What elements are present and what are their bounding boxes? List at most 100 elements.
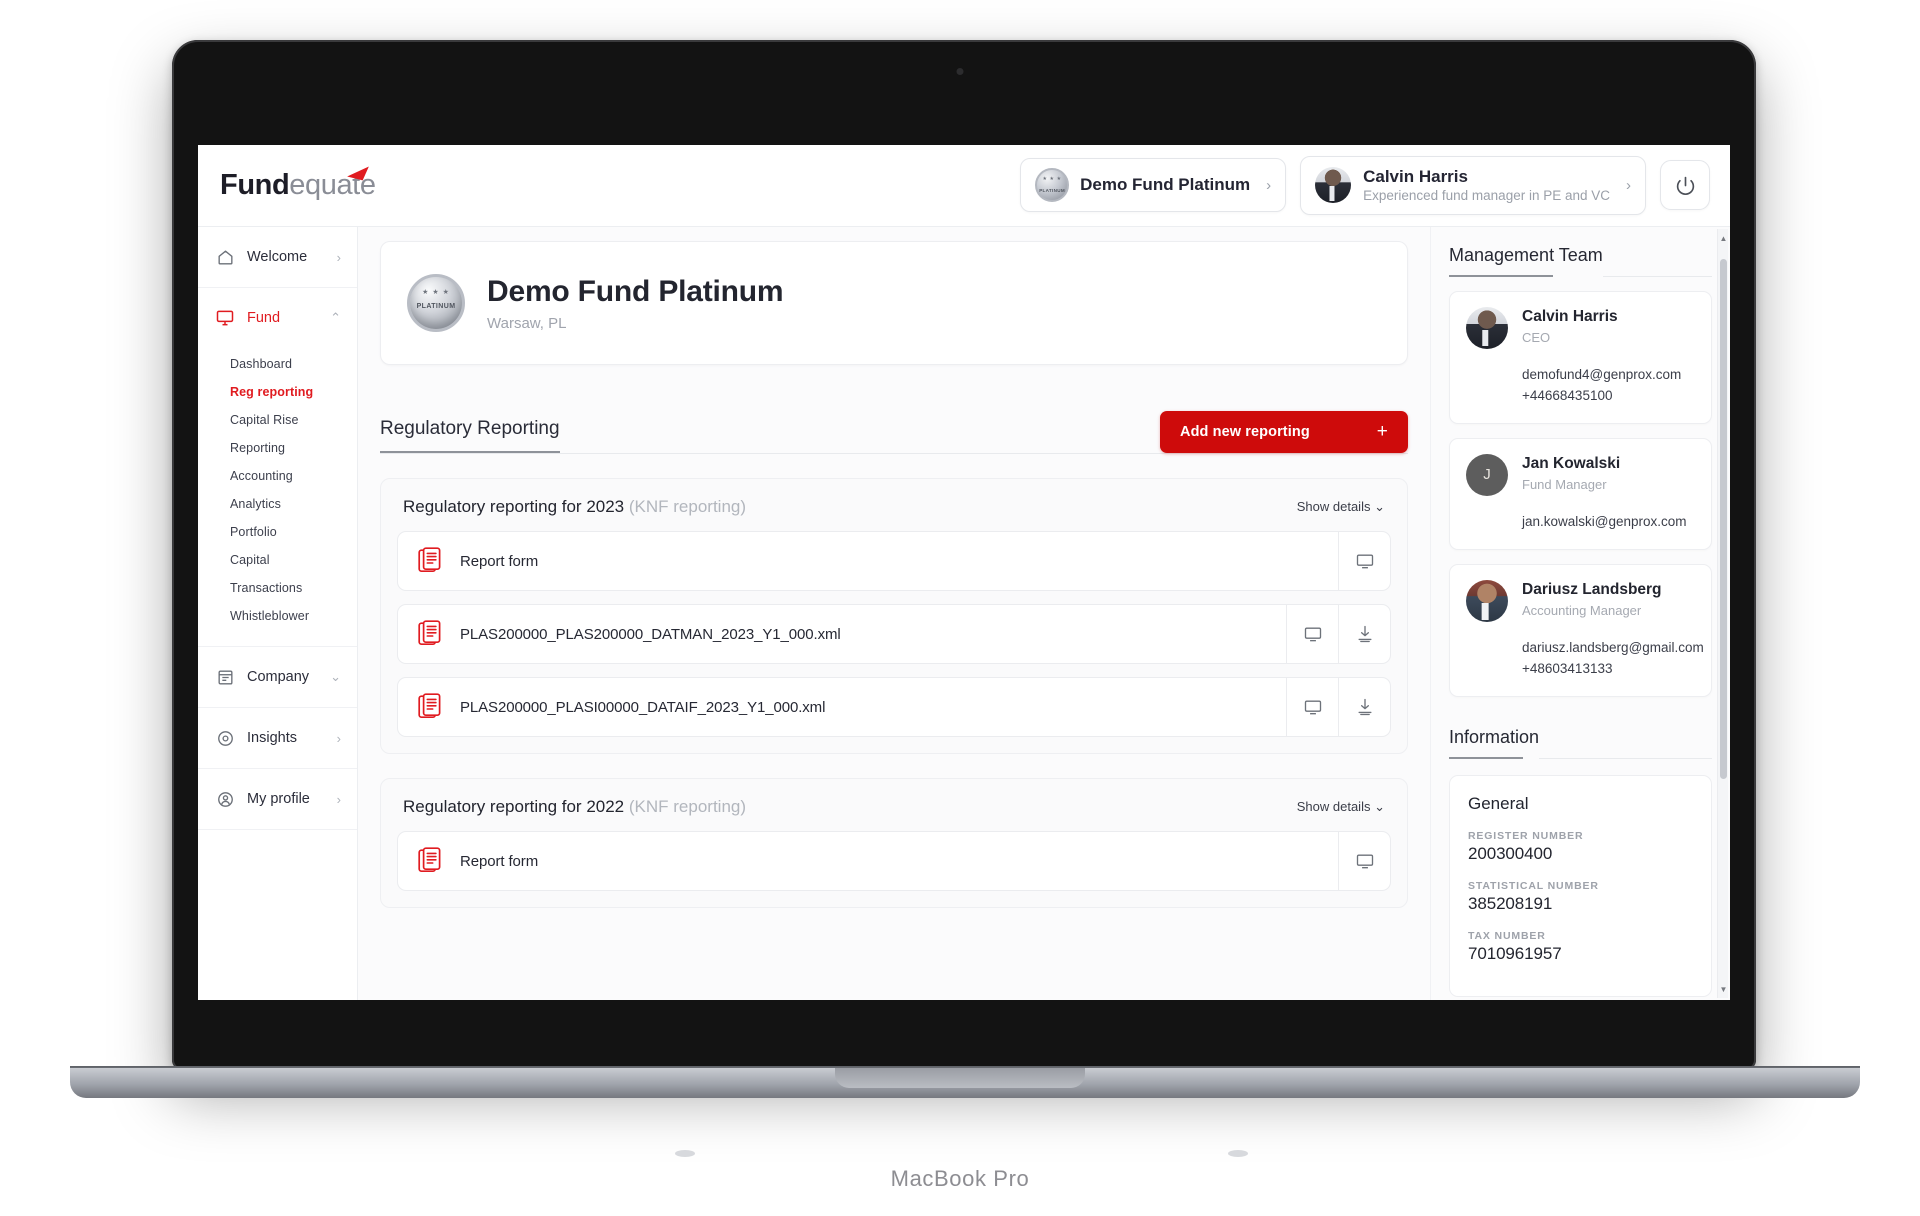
- member-phone[interactable]: +44668435100: [1522, 386, 1695, 407]
- statistical-number-value: 385208191: [1468, 893, 1553, 913]
- user-avatar: [1315, 167, 1352, 204]
- sidebar-item-capital-rise[interactable]: Capital Rise: [230, 406, 357, 434]
- chevron-down-icon: ⌄: [1374, 799, 1385, 814]
- sidebar-item-capital[interactable]: Capital: [230, 546, 357, 574]
- member-role: Accounting Manager: [1522, 602, 1642, 618]
- sidebar: Welcome › Fund ⌃ Dashboard Reg reporting…: [198, 227, 358, 1000]
- section-header: Regulatory Reporting Add new reporting +: [380, 411, 1408, 453]
- management-team-title: Management Team: [1449, 245, 1603, 265]
- laptop-foot-left: [675, 1150, 695, 1157]
- report-row[interactable]: PLAS200000_PLASI00000_DATAIF_2023_Y1_000…: [397, 677, 1391, 737]
- logo-bold-text: Fund: [220, 169, 290, 201]
- download-icon: [1358, 698, 1371, 716]
- section-underline: [380, 451, 560, 453]
- page-title: Demo Fund Platinum: [487, 274, 784, 308]
- panel-underline: [1449, 756, 1523, 759]
- download-button[interactable]: [1338, 605, 1390, 663]
- scroll-down-icon[interactable]: ▼: [1718, 982, 1729, 996]
- fund-selector-label: Demo Fund Platinum: [1080, 175, 1251, 195]
- team-member-card[interactable]: Calvin Harris CEO demofund4@genprox.com …: [1449, 291, 1712, 424]
- avatar: J: [1466, 453, 1508, 496]
- report-card-2022: Regulatory reporting for 2022 (KNF repor…: [380, 778, 1408, 908]
- show-details-toggle[interactable]: Show details ⌄: [1297, 799, 1385, 815]
- sidebar-item-reporting[interactable]: Reporting: [230, 434, 357, 462]
- chevron-right-icon: ›: [336, 249, 341, 265]
- report-row-name: Report form: [460, 552, 539, 570]
- report-row[interactable]: Report form: [397, 831, 1391, 891]
- report-row[interactable]: PLAS200000_PLAS200000_DATMAN_2023_Y1_000…: [397, 604, 1391, 664]
- report-card-header: Regulatory reporting for 2023 (KNF repor…: [397, 493, 1391, 531]
- sidebar-label-company: Company: [247, 669, 310, 685]
- platinum-seal-icon: [1035, 168, 1070, 203]
- sidebar-item-my-profile[interactable]: My profile ›: [198, 769, 357, 829]
- show-details-toggle[interactable]: Show details ⌄: [1297, 499, 1385, 515]
- plus-icon: +: [1376, 421, 1388, 442]
- chevron-right-icon: ›: [1266, 176, 1272, 194]
- chevron-right-icon: ›: [1626, 176, 1631, 194]
- sidebar-item-portfolio[interactable]: Portfolio: [230, 518, 357, 546]
- team-member-card[interactable]: J Jan Kowalski Fund Manager jan.kowalski…: [1449, 437, 1712, 550]
- add-new-reporting-button[interactable]: Add new reporting +: [1160, 411, 1408, 453]
- sidebar-item-fund[interactable]: Fund ⌃: [198, 288, 357, 348]
- information-title: Information: [1449, 726, 1540, 747]
- monitor-icon: [1356, 854, 1373, 869]
- red-document-icon: [418, 693, 444, 721]
- member-phone[interactable]: +48603413133: [1522, 659, 1695, 680]
- panel-divider: [1539, 757, 1712, 759]
- chevron-up-icon: ⌃: [330, 310, 341, 325]
- panel-divider: [1602, 276, 1712, 277]
- report-card-header: Regulatory reporting for 2022 (KNF repor…: [397, 793, 1391, 831]
- monitor-icon: [1304, 627, 1321, 642]
- tax-number-label: TAX NUMBER: [1468, 929, 1546, 942]
- sidebar-item-dashboard[interactable]: Dashboard: [230, 350, 357, 378]
- preview-button[interactable]: [1286, 678, 1338, 736]
- fund-hero-card: Demo Fund Platinum Warsaw, PL: [380, 241, 1408, 365]
- platinum-seal-icon: [407, 274, 465, 332]
- webcam-icon: [956, 68, 964, 75]
- header-right-controls: Demo Fund Platinum › Calvin Harris Exper…: [1020, 156, 1710, 215]
- add-new-reporting-label: Add new reporting: [1180, 424, 1310, 440]
- section-title-wrap: Regulatory Reporting: [380, 418, 560, 453]
- sidebar-label-fund: Fund: [247, 310, 281, 326]
- report-row[interactable]: Report form: [397, 531, 1391, 591]
- download-icon: [1358, 625, 1371, 643]
- download-button[interactable]: [1338, 678, 1390, 736]
- sidebar-item-transactions[interactable]: Transactions: [230, 574, 357, 602]
- sidebar-subitems-fund: Dashboard Reg reporting Capital Rise Rep…: [198, 348, 357, 646]
- scroll-up-icon[interactable]: ▲: [1718, 231, 1729, 245]
- statistical-number-label: STATISTICAL NUMBER: [1468, 879, 1599, 892]
- monitor-icon: [1356, 554, 1373, 569]
- member-email[interactable]: demofund4@genprox.com: [1522, 365, 1695, 386]
- preview-button[interactable]: [1338, 832, 1390, 890]
- report-card-2023: Regulatory reporting for 2023 (KNF repor…: [380, 478, 1408, 754]
- sidebar-item-welcome[interactable]: Welcome ›: [198, 227, 357, 287]
- app-header: Fundequate Demo Fund Platinum › Calvin H…: [198, 145, 1730, 227]
- sidebar-item-company[interactable]: Company ⌄: [198, 647, 357, 707]
- sidebar-item-accounting[interactable]: Accounting: [230, 462, 357, 490]
- member-email[interactable]: jan.kowalski@genprox.com: [1522, 512, 1695, 533]
- sidebar-item-whistleblower[interactable]: Whistleblower: [230, 602, 357, 630]
- user-menu[interactable]: Calvin Harris Experienced fund manager i…: [1300, 156, 1646, 215]
- sidebar-item-reg-reporting[interactable]: Reg reporting: [230, 378, 357, 406]
- preview-button[interactable]: [1338, 532, 1390, 590]
- fund-selector[interactable]: Demo Fund Platinum ›: [1020, 158, 1287, 213]
- power-icon: [1676, 176, 1694, 195]
- monitor-icon: [1304, 700, 1321, 715]
- report-row-main: Report form: [398, 547, 1338, 575]
- sidebar-group-fund: Fund ⌃ Dashboard Reg reporting Capital R…: [198, 288, 357, 647]
- team-member-card[interactable]: Dariusz Landsberg Accounting Manager dar…: [1449, 563, 1712, 697]
- sidebar-label-insights: Insights: [247, 730, 297, 746]
- app-logo[interactable]: Fundequate: [220, 162, 380, 202]
- sidebar-label-my-profile: My profile: [247, 791, 310, 807]
- member-email[interactable]: dariusz.landsberg@gmail.com: [1522, 638, 1704, 659]
- page-scrollbar[interactable]: ▲ ▼: [1717, 229, 1728, 998]
- member-name: Dariusz Landsberg: [1522, 580, 1662, 598]
- logout-button[interactable]: [1660, 160, 1710, 211]
- section-title: Regulatory Reporting: [380, 418, 560, 439]
- preview-button[interactable]: [1286, 605, 1338, 663]
- document-icon: [214, 666, 236, 688]
- sidebar-item-insights[interactable]: Insights ›: [198, 708, 357, 768]
- scrollbar-thumb[interactable]: [1720, 259, 1727, 779]
- sidebar-item-analytics[interactable]: Analytics: [230, 490, 357, 518]
- section-divider: [380, 453, 1408, 454]
